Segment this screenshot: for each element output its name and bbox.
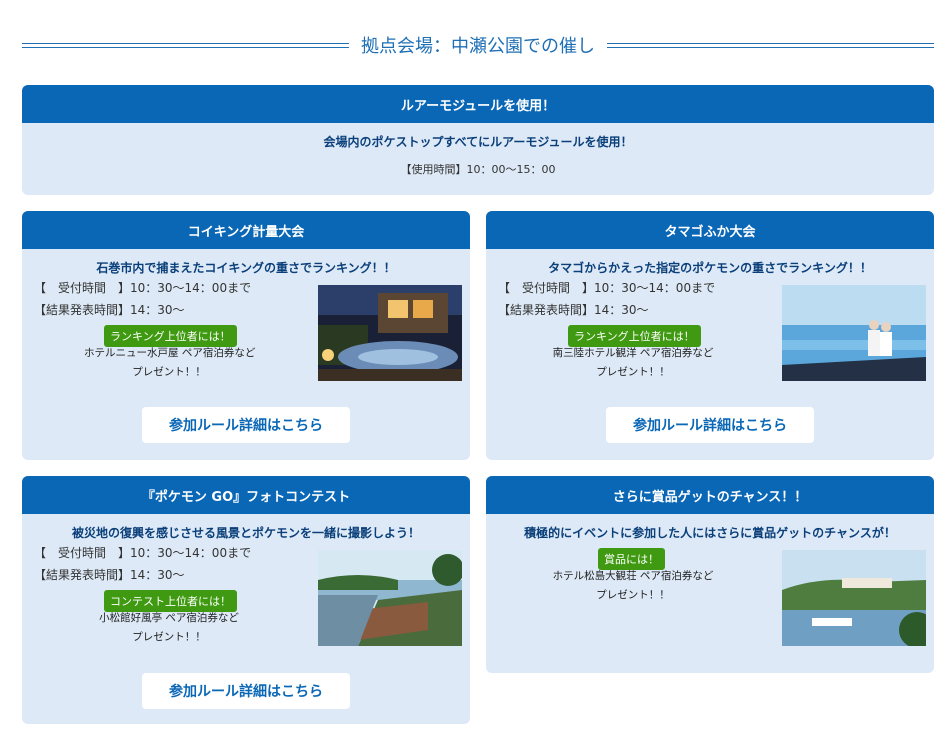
koiking-prize-line2: プレゼント！！ xyxy=(132,366,206,378)
tamago-lead: タマゴからかえった指定のポケモンの重さでランキング！！ xyxy=(548,261,872,275)
chance-card-heading: さらに賞品ゲットのチャンス！！ xyxy=(486,476,934,514)
photo-contest-result-time: 【結果発表時間】14：30～ xyxy=(34,568,185,582)
photo-contest-reception-time: 【 受付時間 】10：30～14：00まで xyxy=(34,546,252,560)
koiking-rules-button[interactable]: 参加ルール詳細はこちら xyxy=(142,407,350,443)
tamago-prize-line2: プレゼント！！ xyxy=(596,366,670,378)
photo-contest-prize-line2: プレゼント！！ xyxy=(132,631,206,643)
tamago-result-time: 【結果発表時間】14：30～ xyxy=(498,303,649,317)
photo-contest-card-heading: 『ポケモン GO』フォトコンテスト xyxy=(22,476,470,514)
title-rule-left xyxy=(22,42,349,48)
section-title: 拠点会場：中瀬公園での催し xyxy=(22,30,934,60)
koiking-result-time: 【結果発表時間】14：30～ xyxy=(34,303,185,317)
photo-contest-hotel-photo xyxy=(318,550,462,646)
tamago-hotel-photo xyxy=(782,285,926,381)
koiking-prize-text: ホテルニュー水戸屋 ペア宿泊券など プレゼント！！ xyxy=(84,344,256,382)
lure-card-heading: ルアーモジュールを使用！ xyxy=(22,85,934,123)
lure-card: ルアーモジュールを使用！ 会場内のポケストップすべてにルアーモジュールを使用！ … xyxy=(22,85,934,195)
koiking-prize-line1: ホテルニュー水戸屋 ペア宿泊券など xyxy=(84,347,256,359)
section-title-text: 拠点会場：中瀬公園での催し xyxy=(361,36,595,57)
photo-contest-prize-line1: 小松館好風亭 ペア宿泊券など xyxy=(99,612,239,624)
photo-contest-rules-button[interactable]: 参加ルール詳細はこちら xyxy=(142,673,350,709)
chance-card: さらに賞品ゲットのチャンス！！ 積極的にイベントに参加した人にはさらに賞品ゲット… xyxy=(486,476,934,673)
chance-prize-line2: プレゼント！！ xyxy=(596,589,670,601)
koiking-reception-time: 【 受付時間 】10：30～14：00まで xyxy=(34,281,252,295)
lure-lead: 会場内のポケストップすべてにルアーモジュールを使用！ xyxy=(323,135,633,149)
chance-prize-text: ホテル松島大観荘 ペア宿泊券など プレゼント！！ xyxy=(548,567,718,605)
tamago-rules-button[interactable]: 参加ルール詳細はこちら xyxy=(606,407,814,443)
tamago-card: タマゴふか大会 タマゴからかえった指定のポケモンの重さでランキング！！ 【 受付… xyxy=(486,211,934,460)
koiking-card-heading: コイキング計量大会 xyxy=(22,211,470,249)
lure-time: 【使用時間】10：00～15：00 xyxy=(400,163,556,176)
koiking-lead: 石巻市内で捕まえたコイキングの重さでランキング！！ xyxy=(96,261,396,275)
tamago-prize-text: 南三陸ホテル観洋 ペア宿泊券など プレゼント！！ xyxy=(548,344,718,382)
koiking-hotel-photo xyxy=(318,285,462,381)
title-rule-right xyxy=(607,42,934,48)
chance-prize-line1: ホテル松島大観荘 ペア宿泊券など xyxy=(552,570,714,582)
tamago-reception-time: 【 受付時間 】10：30～14：00まで xyxy=(498,281,716,295)
photo-contest-prize-text: 小松館好風亭 ペア宿泊券など プレゼント！！ xyxy=(84,609,254,647)
koiking-card: コイキング計量大会 石巻市内で捕まえたコイキングの重さでランキング！！ 【 受付… xyxy=(22,211,470,460)
photo-contest-card: 『ポケモン GO』フォトコンテスト 被災地の復興を感じさせる風景とポケモンを一緒… xyxy=(22,476,470,724)
tamago-prize-line1: 南三陸ホテル観洋 ペア宿泊券など xyxy=(552,347,714,359)
tamago-card-heading: タマゴふか大会 xyxy=(486,211,934,249)
chance-hotel-photo xyxy=(782,550,926,646)
chance-lead: 積極的にイベントに参加した人にはさらに賞品ゲットのチャンスが！ xyxy=(524,526,896,540)
photo-contest-lead: 被災地の復興を感じさせる風景とポケモンを一緒に撮影しよう！ xyxy=(71,526,420,540)
